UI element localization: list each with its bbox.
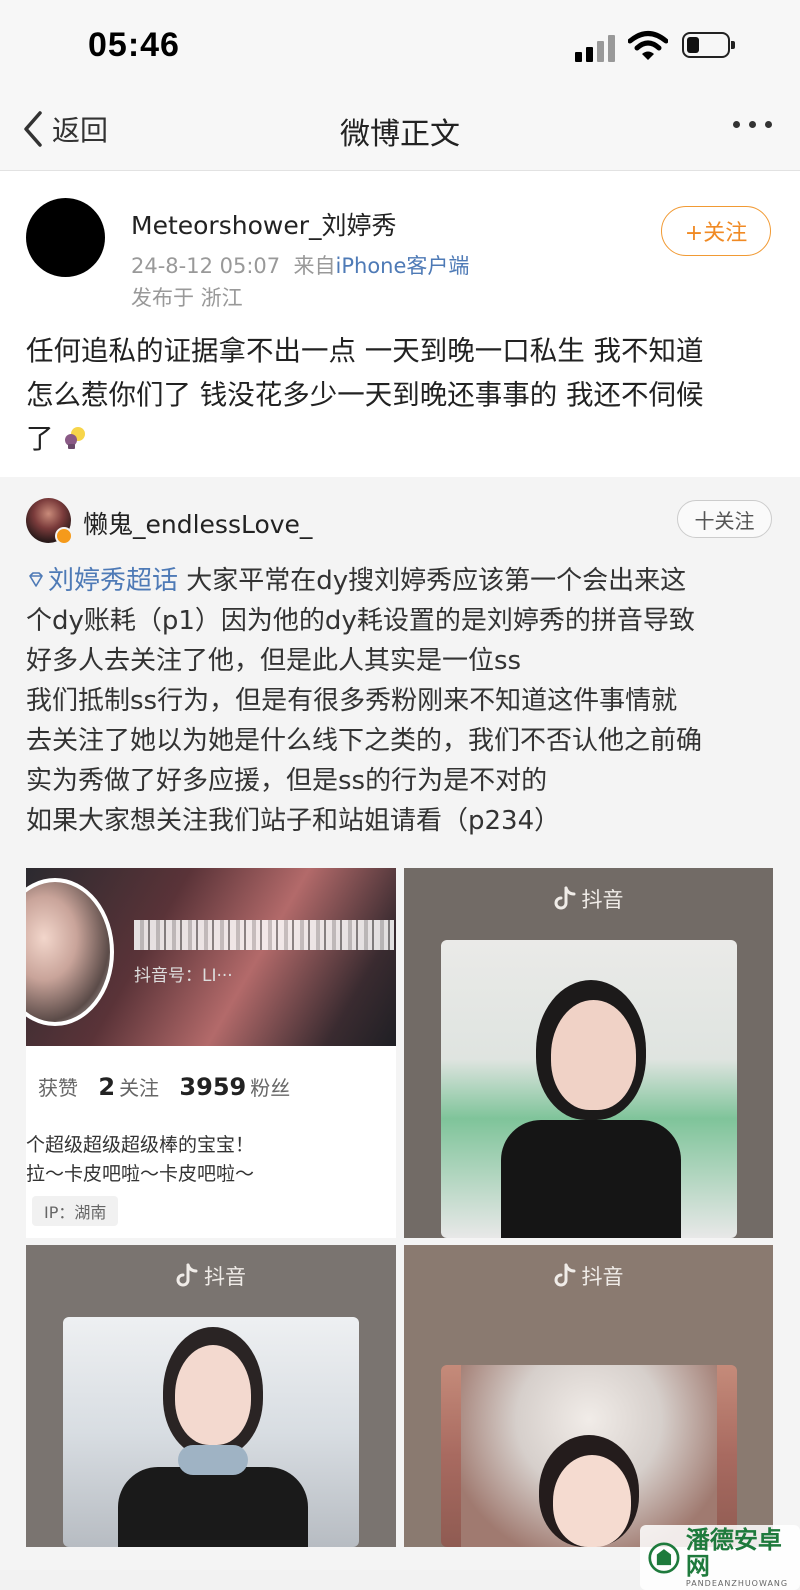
more-options-icon[interactable]	[733, 121, 772, 128]
repost-follow-button[interactable]: 十关注	[677, 500, 772, 538]
body-shape	[501, 1120, 681, 1238]
body-shape	[118, 1467, 308, 1547]
post-body: 任何追私的证据拿不出一点 一天到晚一口私生 我不知道 怎么惹你们了 钱没花多少一…	[26, 329, 776, 461]
post-line-last: 了	[26, 417, 776, 461]
watermark-text: 潘德安卓网 PANDEANZHUOWANG	[686, 1527, 792, 1588]
douyin-watermark: 抖音	[26, 1261, 396, 1291]
douyin-logo-icon	[176, 1263, 198, 1287]
following-label: 关注	[119, 1076, 160, 1100]
page-title: 微博正文	[340, 117, 460, 152]
profile-stats: 获赞 2 关注 3959 粉丝	[26, 1072, 290, 1101]
post-line: 任何追私的证据拿不出一点 一天到晚一口私生 我不知道	[26, 335, 704, 367]
post-line: 怎么惹你们了 钱没花多少一天到晚还事事的 我还不伺候	[26, 379, 704, 411]
likes-label: 获赞	[38, 1076, 78, 1100]
fans-label: 粉丝	[250, 1076, 291, 1100]
repost-line: 大家平常在dy搜刘婷秀应该第一个会出来这	[186, 566, 687, 596]
avatar[interactable]	[26, 198, 105, 277]
profile-banner: 抖音号：LI···	[26, 868, 396, 1046]
repost-line: 实为秀做了好多应援，但是ss的行为是不对的	[26, 766, 548, 796]
verified-badge-icon	[55, 527, 73, 545]
repost-card[interactable]: 懒鬼_endlessLove_ 十关注 刘婷秀超话 大家平常在dy搜刘婷秀应该第…	[0, 477, 800, 1570]
lightbulb-emoji-icon	[65, 427, 86, 449]
repost-avatar[interactable]	[26, 498, 73, 545]
post-image-1[interactable]: 抖音号：LI··· 获赞 2 关注 3959 粉丝 个超级超级超级棒的宝宝！ 拉～卡…	[26, 868, 396, 1238]
site-watermark: 潘德安卓网 PANDEANZHUOWANG	[640, 1525, 800, 1590]
post-date: 24-8-12 05:07	[131, 254, 281, 278]
status-time: 05:46	[88, 26, 180, 64]
post-image-2[interactable]: 抖音	[404, 868, 773, 1238]
follow-button[interactable]: +关注	[661, 206, 771, 256]
douyin-id: 抖音号：LI···	[134, 966, 233, 986]
profile-avatar-image	[26, 878, 114, 1026]
post-image-3[interactable]: 抖音	[26, 1245, 396, 1547]
post-meta: 24-8-12 05:07 来自iPhone客户端	[131, 250, 469, 280]
diamond-icon	[29, 572, 43, 587]
wifi-icon	[628, 31, 668, 60]
profile-bio: 拉～卡皮吧啦～卡皮吧啦～	[26, 1163, 255, 1185]
post-image-4[interactable]: 抖音	[404, 1245, 773, 1547]
source-prefix: 来自	[293, 254, 336, 278]
post-source[interactable]: iPhone客户端	[336, 254, 470, 278]
watermark-logo-icon	[648, 1541, 680, 1574]
post-line: 了	[26, 423, 54, 455]
ip-location: IP：湖南	[32, 1196, 119, 1226]
repost-line: 去关注了她以为她是什么线下之类的，我们不否认他之前确	[26, 726, 703, 756]
profile-bio: 个超级超级超级棒的宝宝！	[26, 1134, 255, 1156]
face-shape	[553, 1455, 631, 1547]
fans-count: 3959	[179, 1073, 247, 1101]
douyin-label: 抖音	[581, 888, 624, 912]
repost-author-name[interactable]: 懒鬼_endlessLove_	[83, 505, 312, 541]
photo	[441, 940, 737, 1238]
super-topic-label: 刘婷秀超话	[48, 566, 179, 596]
douyin-logo-icon	[554, 886, 575, 910]
douyin-watermark: 抖音	[404, 884, 773, 914]
face-shape	[175, 1345, 251, 1445]
douyin-watermark: 抖音	[404, 1261, 773, 1291]
watermark-name: 潘德安卓网	[685, 1526, 782, 1580]
battery-icon	[682, 32, 735, 58]
post-card: Meteorshower_刘婷秀 24-8-12 05:07 来自iPhone客…	[0, 171, 800, 477]
super-topic-link[interactable]: 刘婷秀超话	[26, 566, 186, 596]
cellular-signal-icon	[575, 34, 617, 62]
blurred-name	[134, 920, 394, 950]
repost-line: 如果大家想关注我们站子和站姐请看（p234）	[26, 806, 561, 836]
repost-line: 好多人去关注了他，但是此人其实是一位ss	[26, 646, 522, 676]
douyin-label: 抖音	[204, 1265, 246, 1289]
repost-line: 个dy账耗（p1）因为他的dy耗设置的是刘婷秀的拼音导致	[26, 606, 695, 636]
following-count: 2	[98, 1073, 116, 1101]
watermark-sub: PANDEANZHUOWANG	[685, 1579, 789, 1588]
douyin-logo-icon	[554, 1263, 575, 1287]
douyin-label: 抖音	[581, 1265, 624, 1289]
status-bar: 05:46	[0, 0, 800, 95]
repost-body: 刘婷秀超话 大家平常在dy搜刘婷秀应该第一个会出来这 个dy账耗（p1）因为他的…	[26, 561, 781, 841]
post-location: 发布于 浙江	[131, 286, 243, 310]
photo	[63, 1317, 359, 1547]
author-name[interactable]: Meteorshower_刘婷秀	[131, 206, 396, 242]
repost-line-first: 刘婷秀超话 大家平常在dy搜刘婷秀应该第一个会出来这	[26, 561, 781, 601]
face-shape	[551, 1000, 636, 1110]
repost-line: 我们抵制ss行为，但是有很多秀粉刚来不知道这件事情就	[26, 686, 678, 716]
headphones-shape	[178, 1445, 248, 1475]
nav-bar: 返回 微博正文	[0, 95, 800, 171]
photo	[441, 1365, 737, 1547]
